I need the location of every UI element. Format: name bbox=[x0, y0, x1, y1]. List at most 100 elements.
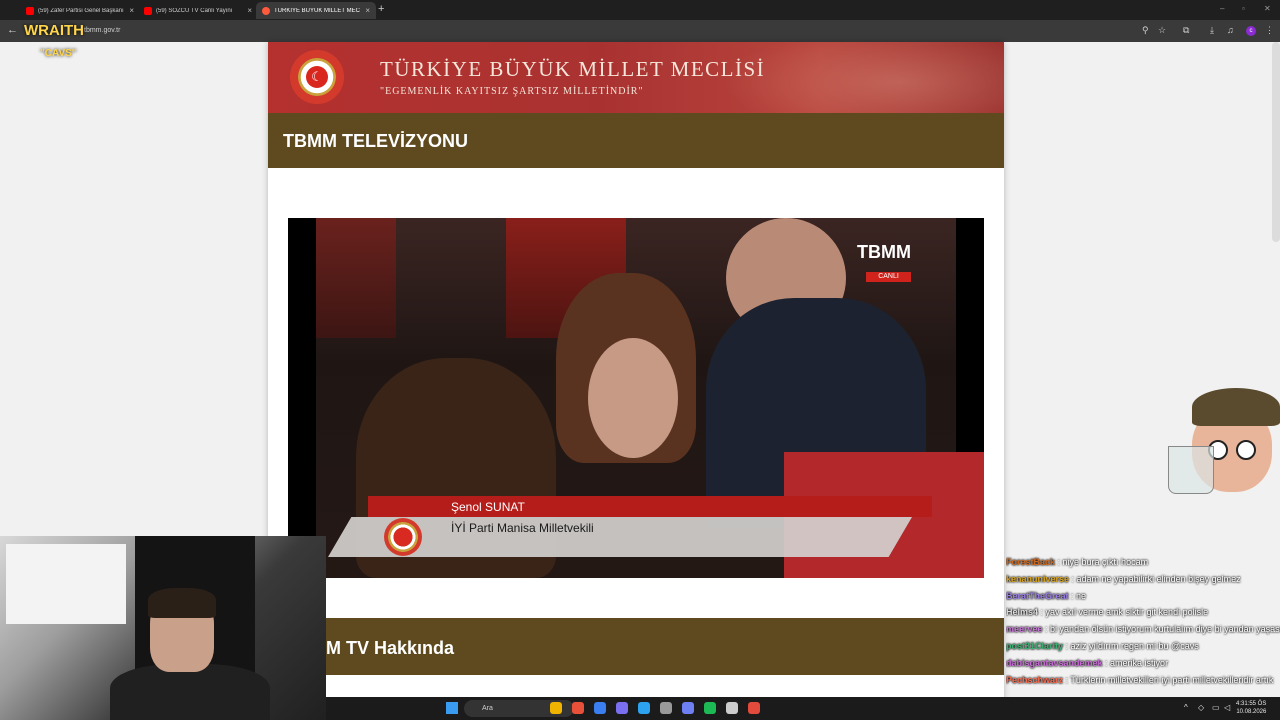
maximize-icon[interactable]: ▫ bbox=[1242, 4, 1245, 13]
chat-username: BeratTheGreat bbox=[1006, 590, 1069, 601]
clock-date: 10.08.2026 bbox=[1236, 709, 1267, 715]
mascot-eye bbox=[1236, 440, 1256, 460]
tab-sozcu[interactable]: (59) SÖZCÜ TV Canlı Yayını × bbox=[138, 2, 258, 19]
chat-message: post31Clarity : aziz yıldırım regen mi b… bbox=[1006, 638, 1280, 655]
taskbar-app-icon[interactable] bbox=[594, 702, 606, 714]
chat-message: Helms4 : yav akıl verme amk siktir git k… bbox=[1006, 604, 1280, 621]
about-title: M TV Hakkında bbox=[326, 638, 455, 658]
stream-brand-logo: WRAITH bbox=[24, 22, 84, 39]
webcam-window bbox=[6, 544, 126, 624]
chat-text: : aziz yıldırım regen mi bu @cavs bbox=[1063, 640, 1199, 651]
tab-label: (59) SÖZCÜ TV Canlı Yayını bbox=[156, 7, 233, 14]
banner-subtitle: "EGEMENLİK KAYITSIZ ŞARTSIZ MİLLETİNDİR" bbox=[380, 86, 644, 97]
tab-zafer[interactable]: (59) Zafer Partisi Genel Başkanı × bbox=[20, 2, 140, 19]
tbmm-emblem-icon[interactable]: ☾ bbox=[290, 50, 344, 104]
about-section-header: M TV Hakkında bbox=[326, 618, 1004, 675]
taskbar-app-icon[interactable] bbox=[572, 702, 584, 714]
chat-message: ForestBack : niye bura çıktı hocam bbox=[1006, 554, 1280, 571]
live-badge: CANLI bbox=[866, 272, 911, 282]
taskbar-app-icon[interactable] bbox=[550, 702, 562, 714]
windows-taskbar: Ara ^ ◇ ▭ ◁ 4:31:55 ÖS 10.08.2026 bbox=[326, 697, 1280, 720]
mascot-hat bbox=[1192, 388, 1280, 426]
webcam-body bbox=[110, 664, 270, 720]
site-banner: ☾ TÜRKİYE BÜYÜK MİLLET MECLİSİ "EGEMENLİ… bbox=[268, 42, 1004, 113]
chat-username: meervee bbox=[1006, 624, 1043, 635]
network-icon[interactable]: ◇ bbox=[1198, 703, 1204, 712]
minimize-icon[interactable]: – bbox=[1220, 4, 1224, 13]
channel-logo-text: TBMM bbox=[857, 242, 911, 262]
new-tab-button[interactable]: + bbox=[378, 3, 384, 15]
tab-label: TÜRKİYE BÜYÜK MİLLET MEC bbox=[274, 7, 360, 14]
chat-message: kenanuniverse : adam ne yapabilirki elin… bbox=[1006, 571, 1280, 588]
download-icon[interactable]: ⤓ bbox=[1210, 25, 1214, 36]
screen: (59) Zafer Partisi Genel Başkanı × (59) … bbox=[0, 0, 1280, 720]
taskbar-clock[interactable]: 4:31:55 ÖS 10.08.2026 bbox=[1236, 700, 1266, 716]
stream-brand-subtitle: "CAVS" bbox=[40, 48, 77, 59]
stream-mascot bbox=[1168, 388, 1280, 506]
tab-tbmm[interactable]: TÜRKİYE BÜYÜK MİLLET MEC × bbox=[256, 2, 376, 19]
chat-text: : Türklerin milletvekilleri iyi parti mi… bbox=[1063, 674, 1274, 685]
display-icon[interactable]: ▭ bbox=[1212, 703, 1220, 712]
taskbar-app-icon[interactable] bbox=[616, 702, 628, 714]
extensions-icon[interactable]: ⧉ bbox=[1183, 25, 1189, 36]
tab-label: (59) Zafer Partisi Genel Başkanı bbox=[38, 7, 124, 14]
clock-time: 4:31:55 ÖS bbox=[1236, 701, 1267, 707]
youtube-icon bbox=[144, 6, 152, 15]
lower-third-emblem-icon bbox=[384, 518, 422, 556]
chat-message: dabisgantavsandemek : amerika istiyor bbox=[1006, 655, 1280, 672]
chat-message: Pechschwarz : Türklerin milletvekilleri … bbox=[1006, 672, 1280, 689]
close-icon[interactable]: × bbox=[365, 6, 370, 15]
chat-overlay: ForestBack : niye bura çıktı hocam kenanu… bbox=[1006, 554, 1280, 720]
chat-text: : ne bbox=[1068, 590, 1087, 601]
menu-icon[interactable]: ⋮ bbox=[1265, 25, 1274, 36]
youtube-icon bbox=[26, 6, 34, 15]
chat-username: Helms4 bbox=[1006, 607, 1039, 618]
chat-username: Pechschwarz bbox=[1006, 674, 1064, 685]
volume-icon[interactable]: ◁ bbox=[1224, 703, 1230, 712]
chat-text: : niye bura çıktı hocam bbox=[1055, 557, 1149, 567]
flag-curtain bbox=[316, 218, 396, 338]
close-icon[interactable]: × bbox=[247, 6, 252, 15]
profile-avatar[interactable]: c bbox=[1246, 26, 1256, 36]
chat-username: ForestBack bbox=[1006, 557, 1056, 567]
taskbar-app-icon[interactable] bbox=[748, 702, 760, 714]
streamer-webcam bbox=[0, 536, 326, 720]
bookmark-star-icon[interactable]: ☆ bbox=[1158, 25, 1166, 36]
taskbar-app-icon[interactable] bbox=[682, 702, 694, 714]
close-icon[interactable]: × bbox=[129, 6, 134, 15]
chat-text: : bi yandan ölsün istiyorum kurtulalım d… bbox=[1045, 624, 1280, 635]
window-close-icon[interactable]: ✕ bbox=[1264, 4, 1271, 13]
address-bar[interactable]: tbmm.gov.tr bbox=[84, 27, 120, 34]
chevron-up-icon[interactable]: ^ bbox=[1184, 703, 1188, 712]
taskbar-app-icon[interactable] bbox=[704, 702, 716, 714]
chat-text: : amerika istiyor bbox=[1102, 657, 1169, 668]
mascot-cup bbox=[1168, 446, 1214, 494]
channel-logo: TBMM CANLI bbox=[836, 242, 911, 286]
taskbar-app-icon[interactable] bbox=[638, 702, 650, 714]
tbmm-page: ☾ TÜRKİYE BÜYÜK MİLLET MECLİSİ "EGEMENLİ… bbox=[268, 42, 1004, 720]
windows-start-icon[interactable] bbox=[446, 702, 458, 714]
tbmm-favicon-icon bbox=[262, 6, 270, 15]
chat-username: post31Clarity bbox=[1006, 640, 1064, 651]
back-button[interactable]: ← bbox=[7, 24, 18, 36]
speaker-name: Şenol SUNAT bbox=[451, 500, 525, 514]
chat-username: kenanuniverse bbox=[1006, 573, 1070, 584]
browser-tab-strip: (59) Zafer Partisi Genel Başkanı × (59) … bbox=[0, 0, 1280, 20]
speaker-role: İYİ Parti Manisa Milletvekili bbox=[451, 521, 594, 535]
crescent-star-icon: ☾ bbox=[306, 66, 328, 88]
taskbar-app-icon[interactable] bbox=[660, 702, 672, 714]
webcam-hair bbox=[148, 588, 216, 618]
media-icon[interactable]: ♫ bbox=[1227, 25, 1234, 35]
browser-toolbar: ← tbmm.gov.tr ⚲ ☆ ⧉ ⤓ ♫ ⋮ bbox=[0, 20, 1280, 42]
section-title: TBMM TELEVİZYONU bbox=[283, 131, 468, 151]
chat-text: : adam ne yapabilirki elinden bişey gelm… bbox=[1069, 573, 1241, 584]
chat-text: : yav akıl verme amk siktir git kendi po… bbox=[1038, 607, 1209, 618]
section-header: TBMM TELEVİZYONU bbox=[268, 113, 1004, 168]
speaker-face bbox=[588, 338, 678, 458]
scrollbar[interactable] bbox=[1272, 42, 1280, 242]
zoom-icon[interactable]: ⚲ bbox=[1142, 25, 1149, 36]
banner-title: TÜRKİYE BÜYÜK MİLLET MECLİSİ bbox=[380, 57, 766, 81]
live-video-player[interactable]: TBMM CANLI Şenol SUNAT İYİ Parti Manisa … bbox=[288, 218, 984, 578]
taskbar-app-icon[interactable] bbox=[726, 702, 738, 714]
chat-username: dabisgantavsandemek bbox=[1006, 657, 1103, 668]
